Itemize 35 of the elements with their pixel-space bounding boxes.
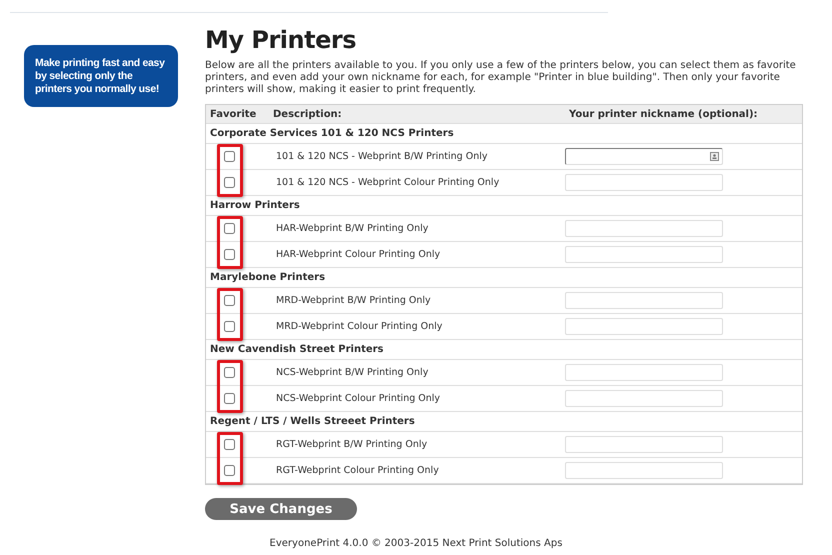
intro-text: Below are all the printers available to you. If you only use a few of the printers below, you can select them as favorite printers, and even add your own nickname for each, for example "Printer in blue building". Then only your favorite printers will show, making it easier to print frequently. bbox=[205, 60, 797, 96]
favorite-checkbox[interactable] bbox=[224, 465, 235, 476]
group-heading: Corporate Services 101 & 120 NCS Printers bbox=[210, 128, 454, 139]
page-title: My Printers bbox=[205, 25, 357, 55]
printer-description: 101 & 120 NCS - Webprint B/W Printing Only bbox=[276, 151, 488, 162]
copyright-text: EveryonePrint 4.0.0 © 2003-2015 Next Print Solutions Aps bbox=[270, 538, 562, 549]
favorite-checkbox[interactable] bbox=[224, 393, 235, 404]
favorite-checkbox[interactable] bbox=[224, 177, 235, 188]
printer-description: RGT-Webprint B/W Printing Only bbox=[276, 439, 428, 450]
printer-description: NCS-Webprint B/W Printing Only bbox=[276, 367, 430, 378]
favorite-checkbox[interactable] bbox=[224, 151, 235, 162]
column-header: Your printer nickname (optional): bbox=[569, 108, 759, 120]
favorite-checkbox[interactable] bbox=[224, 295, 235, 306]
printer-description: HAR-Webprint Colour Printing Only bbox=[276, 249, 442, 260]
printer-description: RGT-Webprint Colour Printing Only bbox=[276, 465, 440, 476]
promo-banner: Make printing fast and easy by selecting only the printers you normally use! bbox=[24, 45, 178, 107]
printer-description: MRD-Webprint B/W Printing Only bbox=[276, 295, 432, 306]
favorite-checkbox[interactable] bbox=[224, 367, 235, 378]
favorite-checkbox[interactable] bbox=[224, 223, 235, 234]
printer-description: MRD-Webprint Colour Printing Only bbox=[276, 321, 444, 332]
group-heading: New Cavendish Street Printers bbox=[210, 344, 384, 355]
favorite-checkbox[interactable] bbox=[224, 249, 235, 260]
contact-card-icon bbox=[710, 152, 719, 161]
printer-description: HAR-Webprint B/W Printing Only bbox=[276, 223, 430, 234]
favorite-checkbox[interactable] bbox=[224, 321, 235, 332]
group-heading: Regent / LTS / Wells Streeet Printers bbox=[210, 416, 415, 427]
group-heading: Harrow Printers bbox=[210, 200, 300, 211]
printer-description: NCS-Webprint Colour Printing Only bbox=[276, 393, 442, 404]
save-button[interactable]: Save Changes bbox=[205, 498, 357, 520]
printer-description: 101 & 120 NCS - Webprint Colour Printing Only bbox=[276, 177, 500, 188]
nickname-field[interactable] bbox=[565, 148, 723, 165]
favorite-checkbox[interactable] bbox=[224, 439, 235, 450]
column-header: Favorite bbox=[210, 108, 258, 120]
group-heading: Marylebone Printers bbox=[210, 272, 326, 283]
column-header: Description: bbox=[273, 108, 343, 120]
